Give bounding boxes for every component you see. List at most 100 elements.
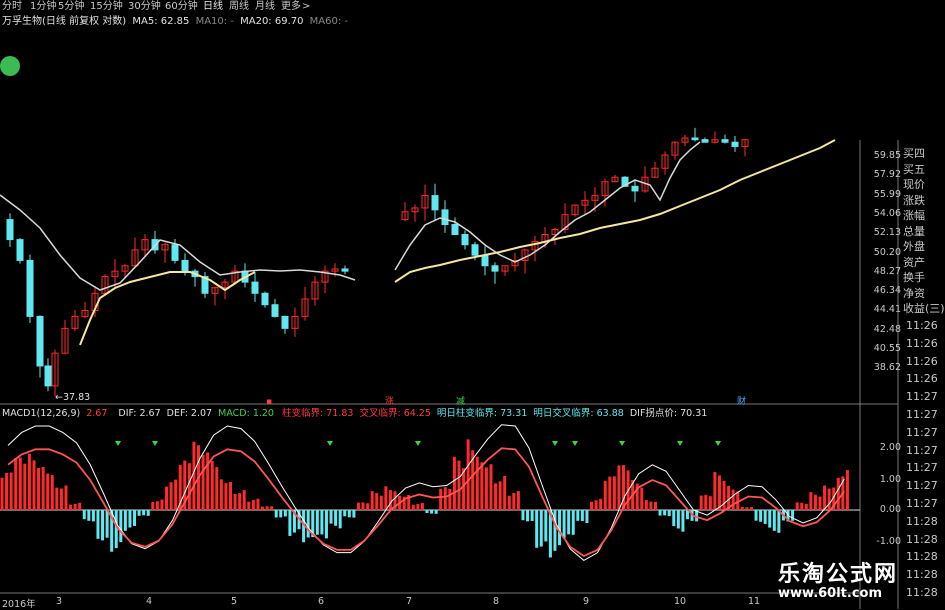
price-tick: 59.85 [873, 150, 901, 161]
price-tick: 55.99 [873, 188, 901, 200]
watermark-url: www.60lt.com [778, 586, 883, 601]
macd-item-2: 交叉临界: 64.25 [359, 408, 431, 419]
buy-arrow-icon [327, 441, 333, 446]
time-label: 11:26 [906, 319, 938, 332]
candle-body [701, 139, 709, 143]
watermark-title: 乐淘公式网 [778, 562, 899, 587]
candle-body [441, 209, 449, 226]
macd-title: MACD1(12,26,9) [2, 408, 81, 419]
quote-label: 现价 [903, 178, 925, 191]
date-tick: 8 [493, 596, 500, 607]
candle-body [631, 185, 639, 192]
candle-body [181, 259, 189, 272]
price-tick: 46.34 [873, 285, 901, 297]
quote-label: 总量 [903, 224, 925, 238]
time-label: 11:28 [906, 532, 938, 546]
price-tick: 42.48 [873, 323, 901, 335]
time-label: 11:26 [906, 336, 938, 350]
date-tick: 6 [318, 596, 325, 607]
quote-label: 买四 [903, 147, 925, 160]
time-label: 11:27 [906, 497, 938, 510]
buy-arrow-icon [715, 441, 721, 446]
time-label: 11:26 [906, 354, 938, 368]
macd-tick: 1.00 [879, 474, 901, 485]
date-tick: 10 [674, 596, 687, 607]
candle-body [16, 239, 24, 261]
event-marker: 财 [737, 395, 746, 407]
time-label: 11:28 [906, 514, 938, 528]
price-tick: 38.62 [873, 362, 901, 374]
price-tick: 40.55 [873, 343, 901, 354]
time-label: 11:27 [906, 425, 938, 439]
macd-value: MACD: 1.20 [218, 408, 274, 419]
event-marker: ▪ [266, 397, 272, 407]
date-tick: 7 [406, 596, 413, 607]
time-label: 11:27 [906, 443, 938, 457]
quote-label: 资产 [903, 255, 925, 269]
date-tick: 11 [748, 596, 761, 607]
quote-label: 买五 [903, 162, 925, 176]
ma-white-line-2 [394, 141, 701, 271]
low-price-label: ←37.83 [55, 392, 90, 403]
candle-body [251, 281, 259, 294]
macd-header: MACD1(12,26,9) 2.67 DIF: 2.67 DEF: 2.07 … [2, 407, 707, 420]
buy-arrow-icon [619, 441, 625, 446]
macd-tick: 2.00 [879, 442, 901, 453]
buy-arrow-icon [115, 441, 121, 446]
macd-tick: -1.00 [876, 536, 901, 547]
time-label: 11:28 [906, 586, 938, 599]
date-tick: 3 [56, 596, 63, 607]
candle-body [261, 292, 269, 306]
candle-body [36, 315, 44, 367]
price-tick: 57.92 [873, 169, 901, 181]
quote-label: 外盘 [903, 240, 925, 253]
quote-label: 涨幅 [903, 209, 925, 222]
time-label: 11:26 [906, 372, 938, 386]
candle-body [461, 234, 469, 246]
kline-chart: ←37.83 ▪ 涨 减 财 [0, 127, 899, 609]
quote-label: 涨跌 [903, 193, 925, 207]
time-label: 11:28 [906, 550, 938, 564]
candle-body [44, 365, 52, 387]
candle-body [731, 141, 739, 147]
candle-body [481, 254, 489, 267]
time-label: 11:27 [906, 390, 938, 404]
date-tick: 5 [231, 596, 238, 607]
event-marker: 减 [456, 395, 465, 407]
time-label: 11:27 [906, 479, 938, 493]
candle-body [26, 259, 34, 317]
time-label: 11:28 [906, 568, 938, 582]
time-label: 11:27 [906, 461, 938, 475]
macd-def: DEF: 2.07 [166, 408, 213, 419]
price-tick: 44.41 [873, 304, 901, 316]
macd-item-1: 柱变临界: 71.83 [282, 408, 354, 419]
ma-yellow-line [79, 271, 256, 346]
quote-label: 换手 [903, 271, 925, 284]
buy-arrow-icon [552, 441, 558, 446]
candle-body [271, 304, 279, 317]
candle-body [691, 137, 699, 141]
macd-item-4: 明日交叉临界: 63.88 [533, 408, 624, 419]
candle-body [451, 224, 459, 236]
candle-body [491, 265, 499, 272]
price-tick: 48.27 [873, 265, 901, 277]
macd-item-5: DIF拐点价: 70.31 [629, 408, 708, 419]
candle-body [171, 244, 179, 261]
date-tick: 2016年 [2, 599, 36, 610]
candle-body [281, 315, 289, 329]
macd-tick: 0.00 [879, 504, 901, 515]
buy-arrow-icon [152, 441, 158, 446]
quote-label: 净资 [903, 286, 925, 300]
date-tick: 9 [583, 596, 590, 607]
quote-label: 收益(三) [903, 302, 945, 315]
candle-body [6, 219, 14, 241]
candle-body [341, 268, 349, 272]
price-tick: 54.06 [873, 207, 901, 219]
price-tick: 50.20 [873, 246, 901, 258]
macd-dif: DIF: 2.67 [118, 408, 161, 419]
macd-item-3: 明日柱变临界: 73.31 [436, 408, 528, 419]
date-tick: 4 [146, 596, 153, 607]
buy-arrow-icon [572, 441, 578, 446]
price-tick: 52.13 [873, 227, 901, 239]
buy-arrow-icon [415, 441, 421, 446]
